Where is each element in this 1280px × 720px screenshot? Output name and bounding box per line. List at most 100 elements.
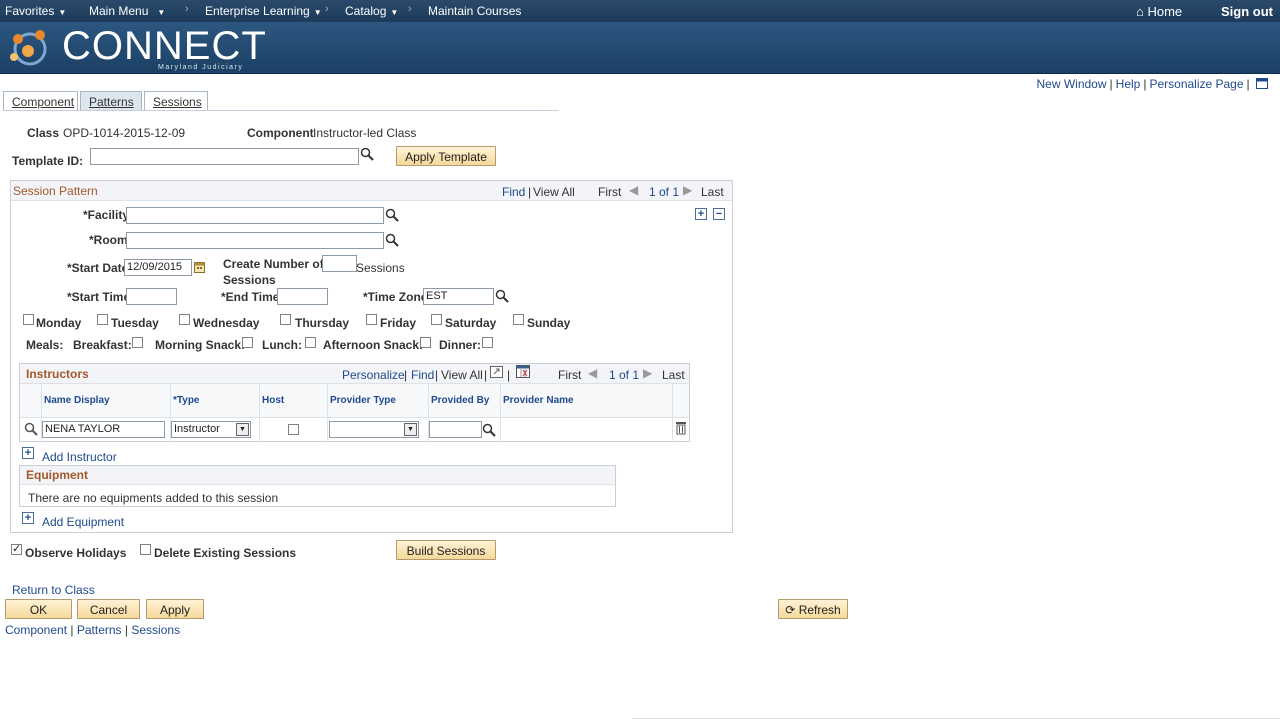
link-separator: |: [404, 368, 408, 382]
apply-template-button[interactable]: Apply Template: [396, 146, 496, 166]
breakfast-checkbox[interactable]: [132, 337, 143, 348]
catalog-menu[interactable]: Catalog ▼: [345, 4, 398, 18]
favorites-menu[interactable]: Favorites ▼: [5, 4, 66, 18]
new-window-link[interactable]: New Window: [1037, 77, 1107, 91]
maintain-courses-link[interactable]: Maintain Courses: [428, 4, 521, 18]
search-icon[interactable]: [385, 208, 399, 222]
sign-out-link[interactable]: Sign out: [1221, 4, 1273, 19]
next-icon[interactable]: ▶: [643, 366, 652, 380]
page-layout-icon[interactable]: [1256, 78, 1268, 89]
first-link[interactable]: First: [558, 368, 581, 382]
saturday-checkbox[interactable]: [431, 314, 442, 325]
link-separator: |: [1143, 77, 1147, 91]
class-label: Class: [27, 126, 60, 140]
row-count: 1 of 1: [649, 185, 680, 199]
end-time-input[interactable]: [277, 288, 328, 305]
dinner-checkbox[interactable]: [482, 337, 493, 348]
delete-row-icon[interactable]: −: [713, 208, 725, 220]
last-link[interactable]: Last: [662, 368, 685, 382]
lunch-checkbox[interactable]: [305, 337, 316, 348]
search-icon[interactable]: [385, 233, 399, 247]
add-instructor-link[interactable]: Add Instructor: [42, 450, 117, 464]
refresh-button[interactable]: ⟳ Refresh: [778, 599, 848, 619]
start-time-input[interactable]: [126, 288, 177, 305]
find-link[interactable]: Find: [502, 185, 525, 199]
bottom-link-patterns[interactable]: Patterns: [77, 623, 122, 637]
template-id-input[interactable]: [90, 148, 359, 165]
col-provider-type[interactable]: Provider Type: [330, 395, 396, 406]
friday-checkbox[interactable]: [366, 314, 377, 325]
link-separator: |: [507, 368, 511, 382]
download-spreadsheet-icon[interactable]: [516, 365, 530, 378]
sunday-checkbox[interactable]: [513, 314, 524, 325]
template-id-label: Template ID:: [12, 154, 84, 168]
find-link[interactable]: Find: [411, 368, 434, 382]
delete-existing-checkbox[interactable]: [140, 544, 151, 555]
view-all-link[interactable]: View All: [441, 368, 483, 382]
create-number-input[interactable]: [322, 255, 357, 272]
last-link[interactable]: Last: [701, 185, 724, 199]
morning-snack-checkbox[interactable]: [242, 337, 253, 348]
host-checkbox[interactable]: [288, 424, 299, 435]
home-icon: ⌂: [1136, 4, 1144, 19]
build-sessions-button[interactable]: Build Sessions: [396, 540, 496, 560]
add-row-icon[interactable]: +: [695, 208, 707, 220]
calendar-icon[interactable]: [194, 261, 205, 273]
room-input[interactable]: [126, 232, 384, 249]
help-link[interactable]: Help: [1116, 77, 1141, 91]
enterprise-learning-menu[interactable]: Enterprise Learning ▼: [205, 4, 322, 18]
start-date-input[interactable]: 12/09/2015: [124, 259, 192, 276]
personalize-link[interactable]: Personalize: [342, 368, 405, 382]
next-icon[interactable]: ▶: [683, 183, 692, 197]
time-zone-input[interactable]: EST: [423, 288, 494, 305]
add-instructor-icon[interactable]: +: [22, 447, 34, 459]
instructor-type-select[interactable]: Instructor ▼: [171, 421, 251, 438]
thursday-checkbox[interactable]: [280, 314, 291, 325]
afternoon-snack-label: Afternoon Snack:: [323, 338, 424, 352]
previous-icon[interactable]: ◀: [629, 183, 638, 197]
add-equipment-icon[interactable]: +: [22, 512, 34, 524]
apply-button[interactable]: Apply: [146, 599, 204, 619]
main-menu[interactable]: Main Menu ▼: [89, 4, 165, 18]
col-name-display[interactable]: Name Display: [44, 395, 110, 406]
view-all-link[interactable]: View All: [533, 185, 575, 199]
facility-input[interactable]: [126, 207, 384, 224]
tuesday-checkbox[interactable]: [97, 314, 108, 325]
provided-by-input[interactable]: [429, 421, 482, 438]
tab-patterns[interactable]: Patterns: [80, 91, 142, 111]
return-to-class-link[interactable]: Return to Class: [12, 583, 95, 597]
personalize-page-link[interactable]: Personalize Page: [1149, 77, 1243, 91]
zoom-grid-icon[interactable]: [490, 366, 503, 378]
home-link[interactable]: ⌂ Home: [1136, 4, 1182, 19]
previous-icon[interactable]: ◀: [588, 366, 597, 380]
provider-type-select[interactable]: ▼: [329, 421, 419, 438]
link-separator: |: [1109, 77, 1113, 91]
add-equipment-link[interactable]: Add Equipment: [42, 515, 124, 529]
search-icon[interactable]: [482, 423, 496, 437]
search-icon[interactable]: [495, 289, 509, 303]
observe-holidays-checkbox[interactable]: [11, 542, 22, 555]
bottom-link-component[interactable]: Component: [5, 623, 67, 637]
search-icon[interactable]: [360, 147, 374, 161]
col-host[interactable]: Host: [262, 395, 284, 406]
column-divider: [327, 384, 328, 442]
instructor-name-input[interactable]: NENA TAYLOR: [42, 421, 165, 438]
col-provider-name[interactable]: Provider Name: [503, 395, 574, 406]
instructors-title: Instructors: [26, 367, 89, 381]
search-icon[interactable]: [24, 422, 38, 436]
first-link[interactable]: First: [598, 185, 621, 199]
col-type[interactable]: *Type: [173, 395, 200, 406]
wednesday-checkbox[interactable]: [179, 314, 190, 325]
tab-component[interactable]: Component: [3, 91, 78, 111]
bottom-link-sessions[interactable]: Sessions: [131, 623, 180, 637]
monday-checkbox[interactable]: [23, 314, 34, 325]
cancel-button[interactable]: Cancel: [77, 599, 140, 619]
lunch-label: Lunch:: [262, 338, 302, 352]
col-provided-by[interactable]: Provided By: [431, 395, 489, 406]
ok-button[interactable]: OK: [5, 599, 72, 619]
sunday-label: Sunday: [527, 316, 571, 330]
afternoon-snack-checkbox[interactable]: [420, 337, 431, 348]
trash-icon[interactable]: [675, 421, 687, 435]
catalog-label: Catalog: [345, 4, 387, 18]
tab-sessions[interactable]: Sessions: [144, 91, 208, 111]
